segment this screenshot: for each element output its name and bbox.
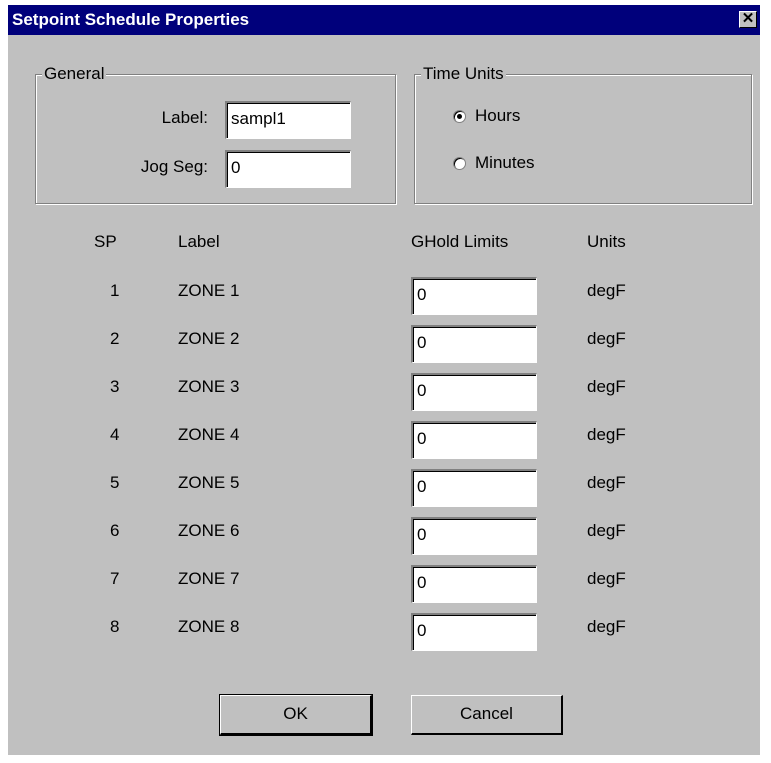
units-label: degF xyxy=(587,521,626,540)
label-caption: Label: xyxy=(161,108,208,127)
ghold-limit-value: 0 xyxy=(417,333,427,352)
ghold-limit-input[interactable]: 0 xyxy=(411,277,537,315)
units-label: degF xyxy=(587,425,626,444)
minutes-radio[interactable] xyxy=(453,157,466,170)
zone-label: ZONE 5 xyxy=(178,473,240,492)
close-icon: ✕ xyxy=(741,10,755,27)
units-label: degF xyxy=(587,473,626,492)
sp-column-header: SP xyxy=(94,232,117,251)
label-column-header: Label xyxy=(178,232,220,251)
ghold-limit-value: 0 xyxy=(417,621,427,640)
units-column-header: Units xyxy=(587,232,626,251)
ghold-limit-value: 0 xyxy=(417,429,427,448)
ghold-limit-input[interactable]: 0 xyxy=(411,613,537,651)
ghold-limit-value: 0 xyxy=(417,525,427,544)
label-input[interactable]: sampl1 xyxy=(225,101,351,139)
sp-number: 7 xyxy=(110,569,120,588)
table-row: 6 ZONE 6 0 degF xyxy=(8,515,760,563)
limits-column-header: GHold Limits xyxy=(411,232,509,251)
units-label: degF xyxy=(587,281,626,300)
table-row: 7 ZONE 7 0 degF xyxy=(8,563,760,611)
hours-label[interactable]: Hours xyxy=(475,106,520,126)
window-title: Setpoint Schedule Properties xyxy=(12,10,250,29)
setpoint-schedule-dialog: Setpoint Schedule Properties ✕ General L… xyxy=(8,5,760,755)
hours-radio[interactable] xyxy=(453,110,466,123)
ghold-limit-input[interactable]: 0 xyxy=(411,565,537,603)
zone-label: ZONE 3 xyxy=(178,377,240,396)
ghold-limit-input[interactable]: 0 xyxy=(411,325,537,363)
minutes-label[interactable]: Minutes xyxy=(475,153,535,173)
cancel-button[interactable]: Cancel xyxy=(411,695,563,735)
zone-label: ZONE 4 xyxy=(178,425,240,444)
ghold-limit-input[interactable]: 0 xyxy=(411,373,537,411)
title-bar[interactable]: Setpoint Schedule Properties ✕ xyxy=(8,5,760,35)
sp-number: 8 xyxy=(110,617,120,636)
ghold-limit-input[interactable]: 0 xyxy=(411,517,537,555)
zone-label: ZONE 7 xyxy=(178,569,240,588)
zone-label: ZONE 8 xyxy=(178,617,240,636)
cancel-button-label: Cancel xyxy=(460,704,513,723)
units-label: degF xyxy=(587,617,626,636)
ok-button-label: OK xyxy=(283,704,308,723)
jog-seg-input[interactable]: 0 xyxy=(225,150,351,188)
time-units-legend: Time Units xyxy=(421,64,506,84)
zone-label: ZONE 2 xyxy=(178,329,240,348)
label-input-value: sampl1 xyxy=(231,109,286,128)
units-label: degF xyxy=(587,377,626,396)
jog-seg-caption: Jog Seg: xyxy=(140,157,208,176)
ghold-limit-input[interactable]: 0 xyxy=(411,469,537,507)
zone-label: ZONE 6 xyxy=(178,521,240,540)
sp-number: 6 xyxy=(110,521,120,540)
time-units-groupbox: Time Units xyxy=(414,64,752,204)
jog-seg-input-value: 0 xyxy=(231,158,241,177)
ghold-limit-value: 0 xyxy=(417,477,427,496)
ok-button[interactable]: OK xyxy=(219,694,373,736)
units-label: degF xyxy=(587,329,626,348)
ghold-limit-value: 0 xyxy=(417,573,427,592)
zone-label: ZONE 1 xyxy=(178,281,240,300)
ghold-limit-value: 0 xyxy=(417,285,427,304)
general-legend: General xyxy=(42,64,107,84)
table-row: 3 ZONE 3 0 degF xyxy=(8,371,760,419)
sp-number: 5 xyxy=(110,473,120,492)
sp-number: 1 xyxy=(110,281,120,300)
table-row: 5 ZONE 5 0 degF xyxy=(8,467,760,515)
table-row: 1 ZONE 1 0 degF xyxy=(8,275,760,323)
table-row: 2 ZONE 2 0 degF xyxy=(8,323,760,371)
close-button[interactable]: ✕ xyxy=(739,11,757,28)
sp-number: 2 xyxy=(110,329,120,348)
ghold-limit-input[interactable]: 0 xyxy=(411,421,537,459)
table-row: 4 ZONE 4 0 degF xyxy=(8,419,760,467)
units-label: degF xyxy=(587,569,626,588)
table-row: 8 ZONE 8 0 degF xyxy=(8,611,760,659)
sp-number: 4 xyxy=(110,425,120,444)
sp-number: 3 xyxy=(110,377,120,396)
ghold-limit-value: 0 xyxy=(417,381,427,400)
